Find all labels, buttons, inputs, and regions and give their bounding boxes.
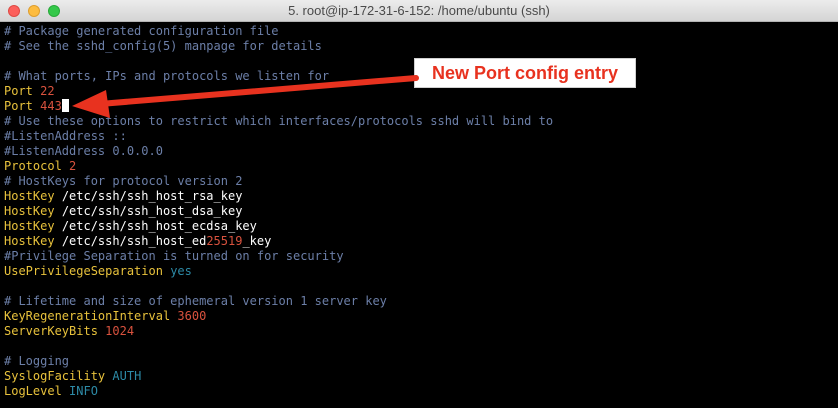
window-title: 5. root@ip-172-31-6-152: /home/ubuntu (s…: [288, 3, 550, 18]
config-key: Port: [4, 84, 33, 98]
config-key: ServerKeyBits: [4, 324, 98, 338]
config-line: #ListenAddress 0.0.0.0: [4, 144, 838, 159]
config-key: Protocol: [4, 159, 62, 173]
comment-text: # Use these options to restrict which in…: [4, 114, 554, 128]
config-value-number: 1024: [105, 324, 135, 338]
comment-text: #Privilege Separation is turned on for s…: [4, 249, 344, 263]
config-key: HostKey: [4, 204, 55, 218]
config-line: # Logging: [4, 354, 838, 369]
config-line: Port 443: [4, 99, 838, 114]
config-line: [4, 279, 838, 294]
config-line: # Use these options to restrict which in…: [4, 114, 838, 129]
comment-text: # What ports, IPs and protocols we liste…: [4, 69, 330, 83]
config-line: #ListenAddress ::: [4, 129, 838, 144]
config-value-number: 25519: [206, 234, 243, 248]
comment-text: #ListenAddress 0.0.0.0: [4, 144, 163, 158]
comment-text: # Package generated configuration file: [4, 24, 279, 38]
config-line: UsePrivilegeSeparation yes: [4, 264, 838, 279]
title-bar[interactable]: 5. root@ip-172-31-6-152: /home/ubuntu (s…: [0, 0, 838, 22]
config-line: #Privilege Separation is turned on for s…: [4, 249, 838, 264]
comment-text: # Logging: [4, 354, 70, 368]
config-value-text: /etc/ssh/ssh_host_rsa_key: [61, 189, 243, 203]
config-line: LogLevel INFO: [4, 384, 838, 399]
config-line: # Lifetime and size of ephemeral version…: [4, 294, 838, 309]
terminal-window: 5. root@ip-172-31-6-152: /home/ubuntu (s…: [0, 0, 838, 408]
config-value-text: /etc/ssh/ssh_host_ed: [61, 234, 207, 248]
config-line: Protocol 2: [4, 159, 838, 174]
config-line: KeyRegenerationInterval 3600: [4, 309, 838, 324]
text-cursor: [61, 99, 69, 112]
config-value-number: 3600: [177, 309, 207, 323]
config-line: # HostKeys for protocol version 2: [4, 174, 838, 189]
config-key: HostKey: [4, 189, 55, 203]
config-line: HostKey /etc/ssh/ssh_host_ed25519_key: [4, 234, 838, 249]
comment-text: # Lifetime and size of ephemeral version…: [4, 294, 387, 308]
config-key: SyslogFacility: [4, 369, 106, 383]
config-value-number: 22: [40, 84, 55, 98]
config-key: Port: [4, 99, 33, 113]
config-line: HostKey /etc/ssh/ssh_host_dsa_key: [4, 204, 838, 219]
config-line: # See the sshd_config(5) manpage for det…: [4, 39, 838, 54]
config-key: KeyRegenerationInterval: [4, 309, 171, 323]
config-value-keyword: AUTH: [112, 369, 142, 383]
config-value-keyword: yes: [170, 264, 192, 278]
config-line: [4, 339, 838, 354]
config-value-keyword: INFO: [69, 384, 98, 398]
config-value-text: /etc/ssh/ssh_host_dsa_key: [61, 204, 243, 218]
config-line: # Package generated configuration file: [4, 24, 838, 39]
config-value-number: 443: [40, 99, 62, 113]
config-value-text: _key: [242, 234, 272, 248]
config-line: ServerKeyBits 1024: [4, 324, 838, 339]
comment-text: #ListenAddress ::: [4, 129, 127, 143]
config-key: HostKey: [4, 219, 55, 233]
config-line: HostKey /etc/ssh/ssh_host_rsa_key: [4, 189, 838, 204]
config-line: HostKey /etc/ssh/ssh_host_ecdsa_key: [4, 219, 838, 234]
config-key: UsePrivilegeSeparation: [4, 264, 163, 278]
annotation-callout: New Port config entry: [414, 58, 636, 88]
config-value-text: /etc/ssh/ssh_host_ecdsa_key: [61, 219, 257, 233]
comment-text: # See the sshd_config(5) manpage for det…: [4, 39, 322, 53]
config-key: LogLevel: [4, 384, 62, 398]
config-key: HostKey: [4, 234, 55, 248]
comment-text: # HostKeys for protocol version 2: [4, 174, 243, 188]
config-line: SyslogFacility AUTH: [4, 369, 838, 384]
config-value-number: 2: [69, 159, 77, 173]
